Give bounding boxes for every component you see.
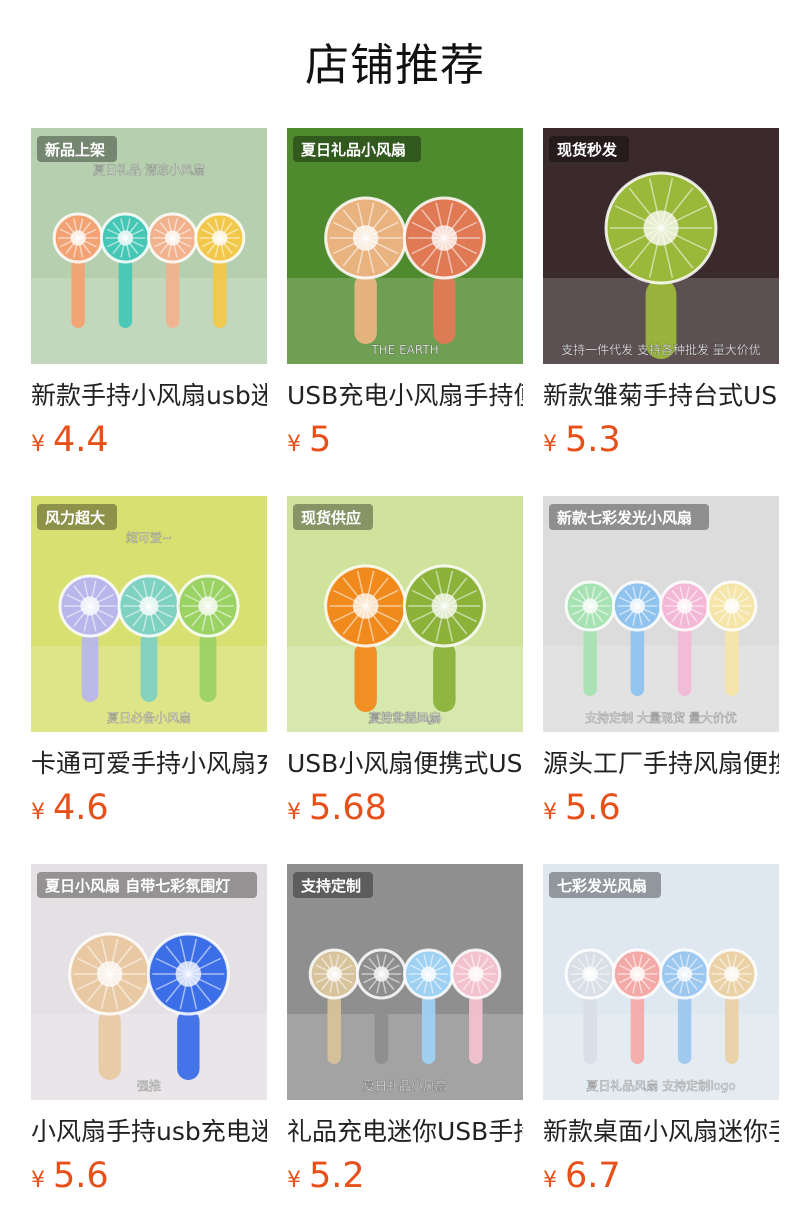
price-value: 4.6: [53, 788, 109, 828]
svg-text:夏日必备小风扇: 夏日必备小风扇: [107, 710, 191, 725]
product-image[interactable]: 新款七彩发光小风扇支持定制 大量现货 量大价优: [543, 496, 779, 732]
currency-symbol: ¥: [287, 1168, 301, 1193]
currency-symbol: ¥: [31, 1168, 45, 1193]
product-price: ¥4.6: [31, 784, 267, 832]
currency-symbol: ¥: [543, 1168, 557, 1193]
product-price: ¥5: [287, 416, 523, 464]
price-value: 5.68: [309, 788, 387, 828]
product-name[interactable]: USB小风扇便携式USB充电: [287, 744, 523, 784]
product-card[interactable]: 现货秒发 支持一件代发 支持各种批发 量大价优 新款雏菊手持台式USB ¥5.3: [543, 128, 779, 464]
svg-text:新品上架: 新品上架: [45, 141, 105, 159]
product-image[interactable]: 现货秒发支持一件代发 支持各种批发 量大价优: [543, 128, 779, 364]
product-name[interactable]: 礼品充电迷你USB手持风扇: [287, 1112, 523, 1152]
svg-text:夏日礼品小风扇: 夏日礼品小风扇: [363, 1078, 447, 1093]
product-card[interactable]: 风力超大超可爱~夏日必备小风扇卡通可爱手持小风扇充电¥4.6: [31, 496, 267, 832]
product-name[interactable]: 源头工厂手持风扇便携式: [543, 744, 779, 784]
product-price: ¥5.3: [543, 416, 779, 464]
price-value: 5.3: [565, 420, 621, 460]
svg-text:七彩发光风扇: 七彩发光风扇: [557, 877, 647, 895]
product-image[interactable]: 七彩发光风扇夏日礼品风扇 支持定制logo: [543, 864, 779, 1100]
svg-text:夏日礼品 清凉小风扇: 夏日礼品 清凉小风扇: [93, 162, 205, 177]
product-name[interactable]: 新款雏菊手持台式USB: [543, 376, 779, 416]
svg-text:新款七彩发光小风扇: 新款七彩发光小风扇: [557, 509, 692, 527]
product-name[interactable]: 新款桌面小风扇迷你手持: [543, 1112, 779, 1152]
svg-text:夏日礼品风扇 支持定制logo: 夏日礼品风扇 支持定制logo: [586, 1078, 735, 1093]
product-price: ¥5.6: [543, 784, 779, 832]
product-image[interactable]: 夏日礼品小风扇 THE EARTH: [287, 128, 523, 364]
product-card[interactable]: 支持定制夏日礼品小风扇礼品充电迷你USB手持风扇¥5.2: [287, 864, 523, 1200]
price-value: 5.2: [309, 1156, 365, 1196]
product-name[interactable]: 小风扇手持usb充电迷你: [31, 1112, 267, 1152]
product-image[interactable]: 新品上架夏日礼品 清凉小风扇: [31, 128, 267, 364]
svg-text:支持定制: 支持定制: [300, 877, 361, 895]
product-card[interactable]: 夏日礼品小风扇THE EARTHUSB充电小风扇手持便携¥5: [287, 128, 523, 464]
currency-symbol: ¥: [543, 800, 557, 825]
currency-symbol: ¥: [287, 432, 301, 457]
product-card[interactable]: 夏日小风扇 自带七彩氛围灯强推小风扇手持usb充电迷你¥5.6: [31, 864, 267, 1200]
product-price: ¥5.6: [31, 1152, 267, 1200]
svg-text:夏日礼品小风扇: 夏日礼品小风扇: [300, 141, 406, 159]
svg-text:支持一件代发 支持各种批发 量大价优: 支持一件代发 支持各种批发 量大价优: [561, 342, 761, 357]
currency-symbol: ¥: [31, 432, 45, 457]
svg-text:超可爱~: 超可爱~: [126, 530, 172, 545]
product-image[interactable]: 风力超大超可爱~ 夏日必备小风扇: [31, 496, 267, 732]
svg-text:风力超大: 风力超大: [45, 509, 105, 527]
svg-text:支持定制 大量现货 量大价优: 支持定制 大量现货 量大价优: [585, 710, 737, 725]
price-value: 4.4: [53, 420, 109, 460]
price-value: 5: [309, 420, 332, 460]
product-image[interactable]: 夏日小风扇 自带七彩氛围灯强推: [31, 864, 267, 1100]
product-price: ¥5.68: [287, 784, 523, 832]
price-value: 6.7: [565, 1156, 621, 1196]
page-title: 店铺推荐: [305, 40, 485, 91]
svg-text:强推: 强推: [137, 1079, 161, 1093]
product-price: ¥5.2: [287, 1152, 523, 1200]
currency-symbol: ¥: [543, 432, 557, 457]
product-card[interactable]: 新款七彩发光小风扇支持定制 大量现货 量大价优源头工厂手持风扇便携式¥5.6: [543, 496, 779, 832]
svg-text:现货秒发: 现货秒发: [557, 141, 618, 159]
svg-text:THE EARTH: THE EARTH: [370, 343, 438, 357]
product-card[interactable]: 现货供应支持定制logo夏日礼品风扇USB小风扇便携式USB充电¥5.68: [287, 496, 523, 832]
product-price: ¥6.7: [543, 1152, 779, 1200]
product-card[interactable]: 新品上架夏日礼品 清凉小风扇新款手持小风扇usb迷你¥4.4: [31, 128, 267, 464]
price-value: 5.6: [53, 1156, 109, 1196]
currency-symbol: ¥: [31, 800, 45, 825]
product-image[interactable]: 现货供应 支持定制logo 夏日礼品风扇: [287, 496, 523, 732]
product-name[interactable]: 卡通可爱手持小风扇充电: [31, 744, 267, 784]
product-price: ¥4.4: [31, 416, 267, 464]
product-card[interactable]: 七彩发光风扇夏日礼品风扇 支持定制logo新款桌面小风扇迷你手持¥6.7: [543, 864, 779, 1200]
product-image[interactable]: 支持定制夏日礼品小风扇: [287, 864, 523, 1100]
product-name[interactable]: USB充电小风扇手持便携: [287, 376, 523, 416]
svg-text:夏日小风扇 自带七彩氛围灯: 夏日小风扇 自带七彩氛围灯: [44, 877, 230, 895]
product-name[interactable]: 新款手持小风扇usb迷你: [31, 376, 267, 416]
price-value: 5.6: [565, 788, 621, 828]
svg-text:现货供应: 现货供应: [301, 509, 361, 527]
svg-text:夏日礼品风扇: 夏日礼品风扇: [369, 710, 441, 725]
currency-symbol: ¥: [287, 800, 301, 825]
